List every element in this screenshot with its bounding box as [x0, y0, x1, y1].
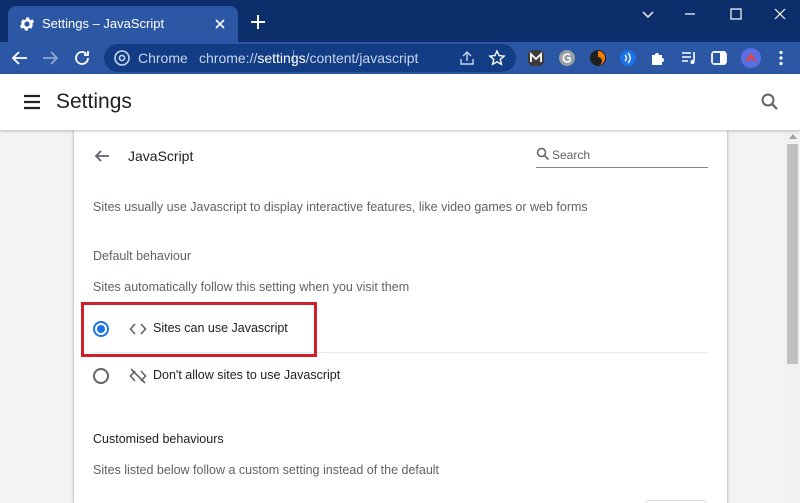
- close-icon[interactable]: [210, 14, 230, 34]
- option-label: Don't allow sites to use Javascript: [153, 368, 341, 382]
- close-window-icon[interactable]: [770, 4, 790, 24]
- address-bar[interactable]: Chrome chrome://settings/content/javascr…: [104, 44, 516, 72]
- settings-search[interactable]: [536, 144, 708, 168]
- content-area: JavaScript Sites usually use Javascript …: [0, 130, 785, 503]
- minimize-icon[interactable]: [680, 4, 700, 24]
- custom-behaviours-heading: Customised behaviours: [93, 432, 224, 446]
- code-icon: [129, 323, 147, 335]
- grammarly-icon[interactable]: [558, 49, 576, 67]
- radio-block[interactable]: [93, 368, 109, 384]
- code-off-icon: [129, 368, 147, 384]
- more-vert-icon[interactable]: [772, 49, 790, 67]
- subpage-title: JavaScript: [128, 148, 194, 164]
- page-title: Settings: [56, 90, 132, 113]
- page-description: Sites usually use Javascript to display …: [93, 200, 588, 214]
- media-icon[interactable]: [680, 49, 698, 67]
- radio-allow[interactable]: [93, 321, 109, 337]
- signal-icon[interactable]: [619, 49, 637, 67]
- forward-arrow-icon[interactable]: [40, 48, 60, 68]
- chrome-icon: [114, 50, 130, 66]
- option-block-javascript[interactable]: Don't allow sites to use Javascript: [74, 353, 727, 399]
- scrollbar-thumb[interactable]: [787, 144, 798, 364]
- tab-search-chevron-icon[interactable]: [638, 4, 658, 24]
- share-icon[interactable]: [458, 49, 476, 67]
- search-icon: [536, 147, 550, 161]
- url-text[interactable]: chrome://settings/content/javascript: [199, 50, 418, 66]
- sidepanel-icon[interactable]: [710, 49, 728, 67]
- scroll-up-arrow-icon[interactable]: [789, 134, 797, 139]
- page-scrollbar[interactable]: [785, 130, 800, 503]
- custom-behaviours-subtitle: Sites listed below follow a custom setti…: [93, 463, 440, 477]
- tab-title: Settings – JavaScript: [42, 16, 165, 31]
- hamburger-menu-icon[interactable]: [22, 93, 42, 111]
- new-tab-icon[interactable]: [248, 12, 268, 32]
- option-label: Sites can use Javascript: [153, 321, 288, 335]
- puzzle-icon[interactable]: [649, 49, 667, 67]
- bookmark-star-icon[interactable]: [488, 49, 506, 67]
- browser-toolbar: Chrome chrome://settings/content/javascr…: [0, 42, 800, 74]
- settings-header: Settings: [0, 74, 800, 130]
- back-arrow-icon[interactable]: [10, 48, 30, 68]
- default-behaviour-subtitle: Sites automatically follow this setting …: [93, 280, 410, 294]
- url-path: /content/javascript: [305, 50, 419, 66]
- option-allow-javascript[interactable]: Sites can use Javascript: [74, 306, 727, 352]
- firefox-style-icon[interactable]: [589, 49, 607, 67]
- maximize-icon[interactable]: [726, 4, 746, 24]
- search-icon[interactable]: [760, 92, 780, 112]
- chrome-chip-label: Chrome: [138, 50, 188, 66]
- javascript-settings-card: JavaScript Sites usually use Javascript …: [74, 130, 727, 503]
- search-input[interactable]: [552, 145, 702, 165]
- m-extension-icon[interactable]: [527, 49, 545, 67]
- default-behaviour-heading: Default behaviour: [93, 249, 191, 263]
- url-host: settings: [257, 50, 306, 66]
- tab-settings[interactable]: Settings – JavaScript: [8, 6, 238, 42]
- title-bar: Settings – JavaScript: [0, 0, 800, 42]
- reload-icon[interactable]: [72, 48, 92, 68]
- url-scheme: chrome://: [199, 50, 258, 66]
- gear-icon: [19, 17, 35, 31]
- back-arrow-icon[interactable]: [92, 146, 112, 166]
- profile-avatar[interactable]: [740, 47, 762, 69]
